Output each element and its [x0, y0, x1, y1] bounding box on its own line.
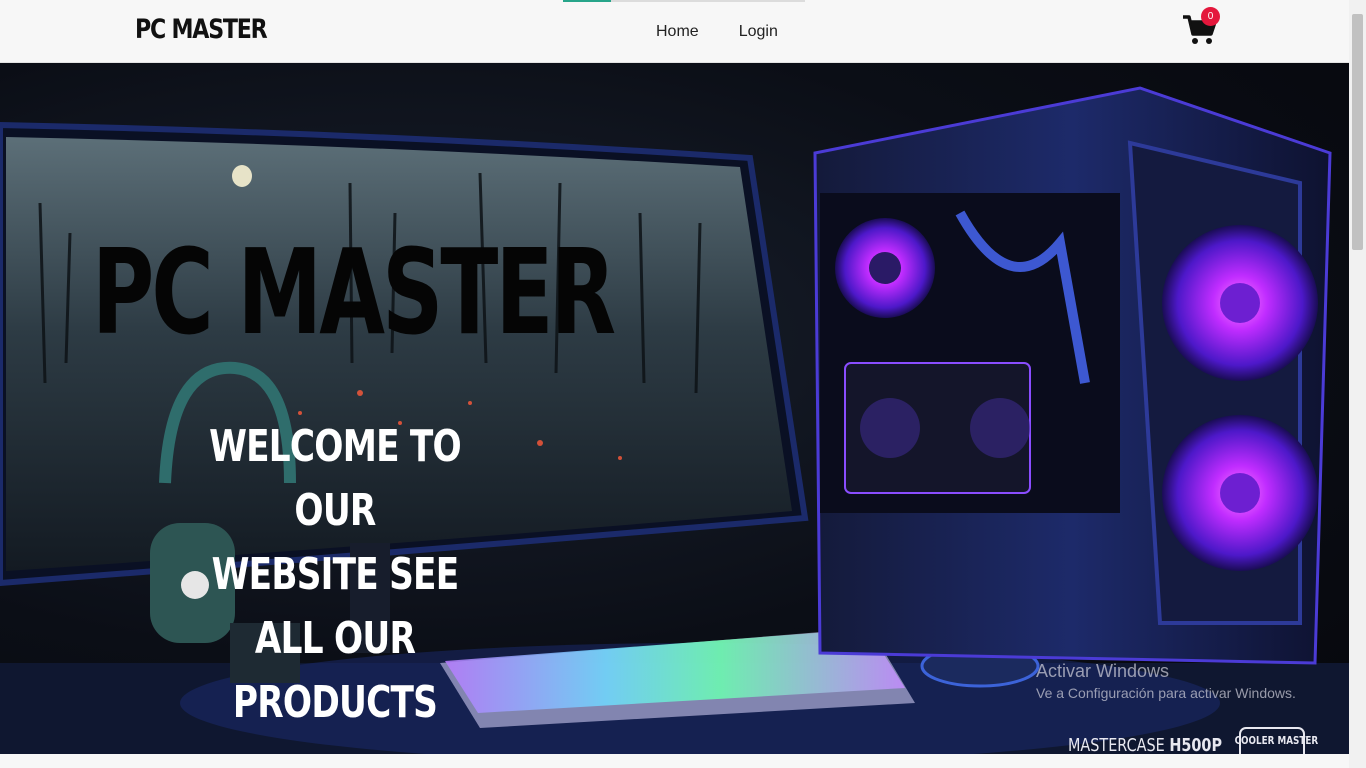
main-nav: Home Login: [656, 23, 778, 41]
cart-button[interactable]: 0: [1182, 7, 1220, 46]
product-logo-text: COOLER MASTER: [1234, 734, 1319, 747]
site-header: PC MASTER Home Login 0: [0, 0, 1349, 63]
hero-subtitle-line: WEBSITE SEE ALL OUR: [211, 549, 460, 664]
brand-logo[interactable]: PC MASTER: [135, 14, 268, 45]
windows-activation-title: Activar Windows: [1036, 661, 1170, 681]
hero-banner: PC MASTER WELCOME TO OUR WEBSITE SEE ALL…: [0, 63, 1349, 754]
nav-indicator: [563, 0, 805, 2]
product-model: H500P: [1169, 735, 1223, 754]
product-brand-prefix: MASTERCASE: [1068, 735, 1165, 754]
windows-activation-subtitle: Ve a Configuración para activar Windows.: [1036, 685, 1296, 701]
scrollbar-thumb[interactable]: [1352, 14, 1363, 250]
cart-count-badge: 0: [1201, 7, 1220, 26]
hero-subtitle-line: WELCOME TO OUR: [209, 421, 462, 536]
hero-title: PC MASTER: [92, 223, 616, 361]
page-bottom-strip: [0, 754, 1349, 768]
nav-indicator-active: [563, 0, 611, 2]
hero-subtitle: WELCOME TO OUR WEBSITE SEE ALL OUR PRODU…: [183, 415, 487, 735]
hero-subtitle-line: PRODUCTS: [232, 677, 438, 728]
product-caption: MASTERCASE H500P COOLER MASTER: [1068, 734, 1319, 754]
vertical-scrollbar[interactable]: [1349, 0, 1366, 768]
nav-login-link[interactable]: Login: [739, 23, 778, 41]
nav-home-link[interactable]: Home: [656, 23, 699, 41]
